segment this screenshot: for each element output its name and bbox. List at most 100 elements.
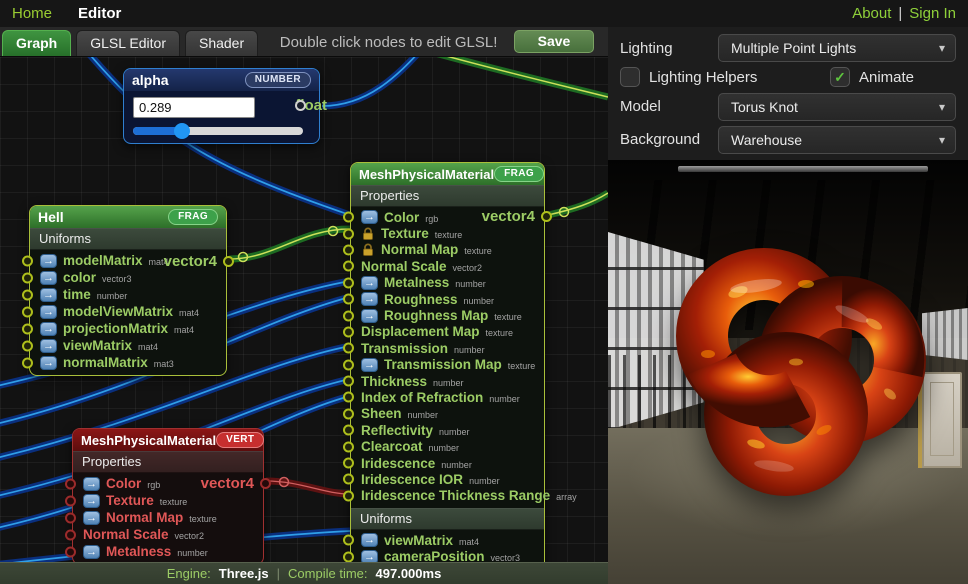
tab-shader[interactable]: Shader (185, 30, 258, 56)
row-type: texture (160, 494, 188, 507)
node-meshphysical-frag[interactable]: MeshPhysicalMaterial FRAG Properties → C… (350, 162, 545, 562)
input-port[interactable] (343, 277, 354, 288)
row-type: mat4 (179, 305, 199, 318)
input-port[interactable] (22, 323, 33, 334)
input-arrow-icon[interactable]: → (83, 545, 100, 559)
input-port[interactable] (343, 425, 354, 436)
input-port[interactable] (65, 495, 76, 506)
input-arrow-icon[interactable]: → (40, 322, 57, 336)
torus-knot-model[interactable] (646, 244, 946, 506)
input-arrow-icon[interactable]: → (40, 305, 57, 319)
input-port[interactable] (343, 359, 354, 370)
row-label: Thickness (361, 374, 427, 389)
row-label: Roughness (384, 292, 458, 307)
input-port[interactable] (343, 244, 354, 255)
tab-graph[interactable]: Graph (2, 30, 71, 56)
input-port[interactable] (343, 228, 354, 239)
input-port[interactable] (65, 478, 76, 489)
node-title: MeshPhysicalMaterial (359, 167, 494, 182)
input-arrow-icon[interactable]: → (83, 511, 100, 525)
input-arrow-icon[interactable]: → (361, 276, 378, 290)
input-port[interactable] (343, 551, 354, 562)
row-type: texture (494, 309, 522, 322)
row-label: Color (384, 210, 419, 225)
row-type: number (455, 276, 486, 289)
lighting-select[interactable]: Multiple Point Lights ▾ (718, 34, 956, 62)
signin-link[interactable]: Sign In (909, 5, 956, 22)
input-port[interactable] (343, 535, 354, 546)
input-port[interactable] (343, 294, 354, 305)
input-port[interactable] (343, 408, 354, 419)
input-arrow-icon[interactable]: → (40, 339, 57, 353)
lighting-value: Multiple Point Lights (731, 40, 856, 56)
input-port[interactable] (343, 310, 354, 321)
background-select[interactable]: Warehouse ▾ (718, 126, 956, 154)
node-graph-canvas[interactable]: alpha NUMBER float (0, 57, 608, 562)
input-port[interactable] (22, 289, 33, 300)
node-row: → Normal Map texture (73, 509, 263, 526)
about-link[interactable]: About (852, 5, 891, 22)
input-port[interactable] (22, 306, 33, 317)
node-alpha[interactable]: alpha NUMBER float (123, 68, 320, 144)
row-type: array (556, 489, 577, 502)
row-label: Displacement Map (361, 324, 480, 339)
node-vert-header[interactable]: MeshPhysicalMaterial VERT (73, 429, 263, 451)
node-frag-header[interactable]: MeshPhysicalMaterial FRAG (351, 163, 544, 185)
input-port[interactable] (343, 376, 354, 387)
node-meshphysical-vert[interactable]: MeshPhysicalMaterial VERT Properties → C… (72, 428, 264, 562)
row-label: time (63, 287, 91, 302)
node-hell[interactable]: Hell FRAG Uniforms → modelMatrix mat4 (29, 205, 227, 376)
row-label: Transmission (361, 341, 448, 356)
input-arrow-icon[interactable]: → (361, 210, 378, 224)
input-port[interactable] (343, 490, 354, 501)
input-arrow-icon[interactable]: → (361, 292, 378, 306)
input-port[interactable] (343, 343, 354, 354)
row-label: Index of Refraction (361, 390, 483, 405)
nav-home-link[interactable]: Home (12, 5, 52, 22)
node-hell-header[interactable]: Hell FRAG (30, 206, 226, 228)
input-port[interactable] (343, 441, 354, 452)
output-port[interactable] (223, 256, 234, 267)
three-d-viewport[interactable] (608, 160, 968, 584)
input-arrow-icon[interactable]: → (361, 358, 378, 372)
model-select[interactable]: Torus Knot ▾ (718, 93, 956, 121)
input-port[interactable] (22, 357, 33, 368)
uniforms-section-header: Uniforms (30, 228, 226, 250)
animate-checkbox[interactable]: ✓ (830, 67, 850, 87)
input-port[interactable] (65, 512, 76, 523)
input-port[interactable] (343, 326, 354, 337)
output-port[interactable] (541, 211, 552, 222)
node-alpha-header[interactable]: alpha NUMBER (124, 69, 319, 91)
node-row: → Roughness number (351, 291, 544, 307)
alpha-slider-thumb[interactable] (174, 123, 190, 139)
alpha-slider[interactable] (133, 127, 303, 135)
input-arrow-icon[interactable]: → (40, 254, 57, 268)
alpha-value-input[interactable] (133, 97, 255, 118)
input-port[interactable] (343, 474, 354, 485)
node-row: → modelViewMatrix mat4 (30, 303, 226, 320)
input-port[interactable] (65, 546, 76, 557)
wires-red (266, 478, 350, 495)
input-arrow-icon[interactable]: → (83, 494, 100, 508)
input-port[interactable] (22, 272, 33, 283)
save-button[interactable]: Save (514, 30, 594, 53)
input-port[interactable] (343, 261, 354, 272)
input-port[interactable] (65, 529, 76, 540)
input-arrow-icon[interactable]: → (40, 356, 57, 370)
input-arrow-icon[interactable]: → (361, 533, 378, 547)
input-port[interactable] (343, 392, 354, 403)
input-arrow-icon[interactable]: → (40, 271, 57, 285)
input-port[interactable] (22, 340, 33, 351)
input-arrow-icon[interactable]: → (40, 288, 57, 302)
input-arrow-icon[interactable]: → (361, 550, 378, 562)
input-port[interactable] (343, 458, 354, 469)
tab-glsl-editor[interactable]: GLSL Editor (76, 30, 180, 56)
input-port[interactable] (343, 212, 354, 223)
row-label: Transmission Map (384, 357, 502, 372)
input-port[interactable] (22, 255, 33, 266)
input-arrow-icon[interactable]: → (361, 309, 378, 323)
input-arrow-icon[interactable]: → (83, 477, 100, 491)
lighting-helpers-checkbox[interactable] (620, 67, 640, 87)
row-type: rgb (425, 211, 438, 224)
output-port[interactable] (260, 478, 271, 489)
